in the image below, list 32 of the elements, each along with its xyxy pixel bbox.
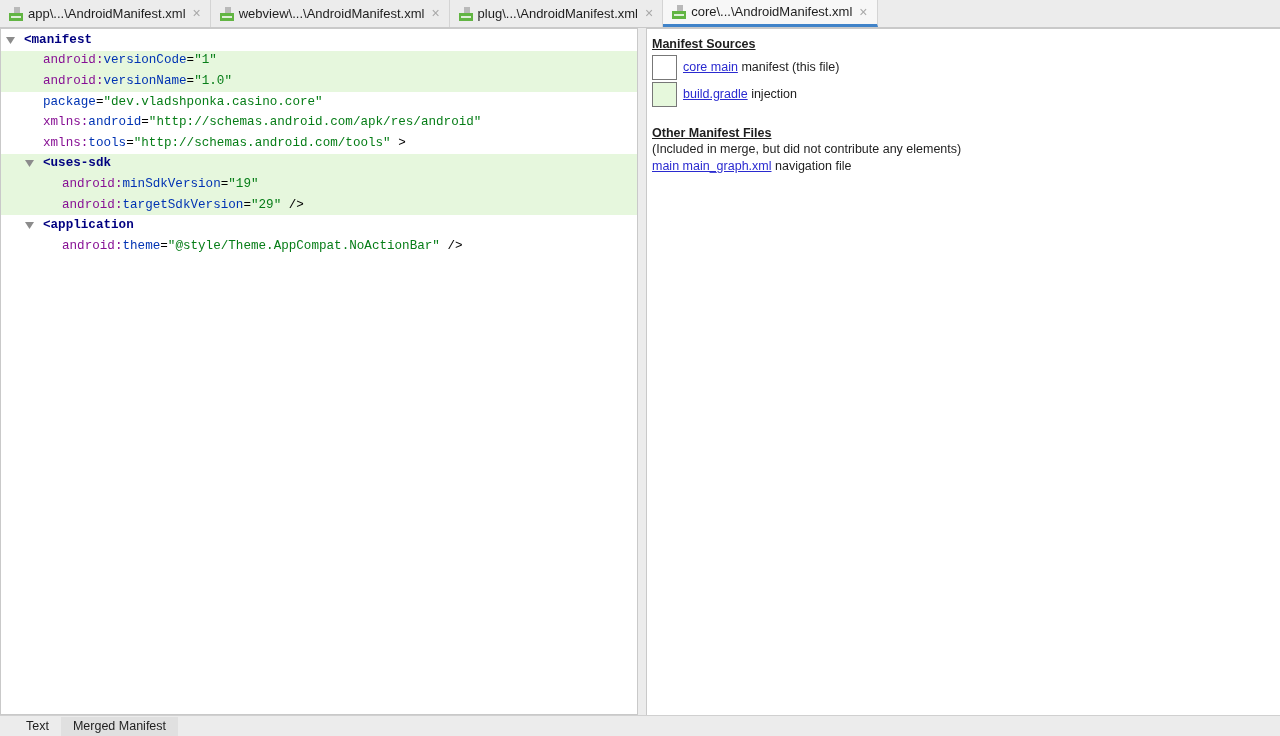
- section-heading: Other Manifest Files: [652, 125, 773, 141]
- file-link[interactable]: main main_graph.xml: [652, 159, 772, 173]
- manifest-file-icon: [672, 5, 687, 19]
- view-tab[interactable]: Text: [14, 717, 61, 736]
- editor-tab[interactable]: app\...\AndroidManifest.xml ×: [0, 0, 211, 27]
- file-text: main main_graph.xml navigation file: [652, 158, 853, 175]
- attribute-line: android:versionCode="1": [43, 52, 217, 70]
- editor-tab[interactable]: webview\...\AndroidManifest.xml ×: [210, 0, 450, 27]
- attribute-line: package="dev.vladshponka.casino.core": [43, 93, 323, 111]
- element-tag: <application: [43, 216, 134, 236]
- attribute-line: xmlns:android="http://schemas.android.com/apk/res/android": [43, 114, 482, 132]
- attribute-line: android:minSdkVersion="19": [62, 176, 259, 193]
- element-tag: <uses-sdk: [43, 154, 112, 174]
- attribute-line: android:theme="@style/Theme.AppCompat.NoActionBar" />: [62, 237, 463, 255]
- section-heading: Manifest Sources: [652, 36, 757, 52]
- manifest-file-icon: [219, 6, 234, 21]
- expanded-caret-icon[interactable]: [25, 221, 34, 231]
- source-link[interactable]: build.gradle: [683, 86, 748, 101]
- expanded-caret-icon[interactable]: [6, 35, 15, 45]
- section-note: (Included in merge, but did not contribute any elements): [652, 141, 963, 158]
- element-tag: <manifest: [24, 30, 93, 50]
- source-text: core main manifest (this file): [683, 58, 840, 76]
- editor-tab[interactable]: core\...\AndroidManifest.xml ×: [663, 0, 878, 27]
- attribute-line: android:versionName="1.0": [43, 73, 232, 91]
- view-tab[interactable]: Merged Manifest: [60, 717, 179, 736]
- expanded-caret-icon[interactable]: [25, 159, 34, 169]
- manifest-file-icon: [9, 6, 23, 21]
- manifest-file-icon: [458, 6, 473, 21]
- attribute-line: xmlns:tools="http://schemas.android.com/tools" >: [43, 134, 406, 152]
- source-link[interactable]: core main: [683, 59, 738, 74]
- attribute-line: android:targetSdkVersion="29" />: [62, 196, 304, 214]
- source-text: build.gradle injection: [683, 85, 797, 103]
